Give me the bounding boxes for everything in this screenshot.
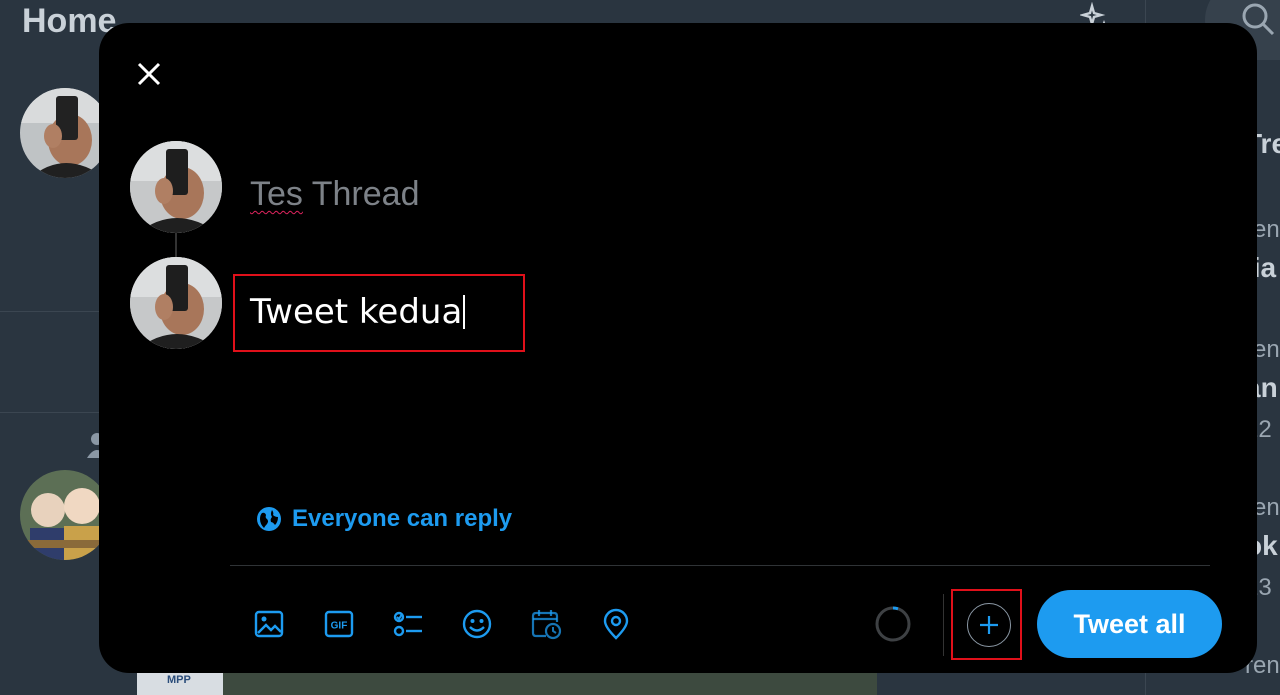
image-caption: MPP (137, 673, 223, 695)
image-icon (254, 610, 284, 638)
close-icon (137, 62, 161, 86)
poll-button[interactable] (389, 605, 427, 643)
gif-label: GIF (331, 621, 348, 632)
avatar[interactable] (20, 470, 110, 560)
tweet-input-1[interactable]: Tes Thread (250, 175, 419, 214)
tweet-text: Thread (302, 175, 420, 213)
add-tweet-button[interactable] (967, 603, 1011, 647)
globe-icon (257, 507, 281, 531)
poll-icon (393, 611, 422, 637)
location-button[interactable] (597, 605, 635, 643)
text-caret (463, 295, 466, 329)
close-button[interactable] (130, 55, 168, 93)
character-count-ring (875, 606, 911, 642)
tweet-all-button[interactable]: Tweet all (1037, 590, 1222, 658)
reply-setting-button[interactable]: Everyone can reply (256, 505, 512, 533)
tweet-input-2[interactable]: Tweet kedua (250, 292, 466, 332)
schedule-button[interactable] (527, 605, 565, 643)
gif-button[interactable]: GIF (320, 605, 358, 643)
location-icon (603, 608, 629, 640)
schedule-icon (531, 610, 562, 640)
page-title: Home (22, 2, 117, 40)
post-image[interactable] (137, 673, 877, 695)
toolbar-separator (943, 594, 944, 656)
gif-icon: GIF (324, 610, 354, 638)
avatar[interactable] (130, 257, 222, 349)
misspelled-word: Tes (250, 175, 303, 213)
reply-setting-label: Everyone can reply (292, 505, 513, 532)
emoji-button[interactable] (458, 605, 496, 643)
toolbar-divider (230, 565, 1210, 566)
avatar[interactable] (20, 88, 110, 178)
tweet-text: Tweet kedua (250, 292, 463, 332)
emoji-icon (462, 609, 492, 639)
avatar[interactable] (130, 141, 222, 233)
media-button[interactable] (250, 605, 288, 643)
thread-connector (175, 233, 177, 257)
plus-icon (980, 616, 998, 634)
